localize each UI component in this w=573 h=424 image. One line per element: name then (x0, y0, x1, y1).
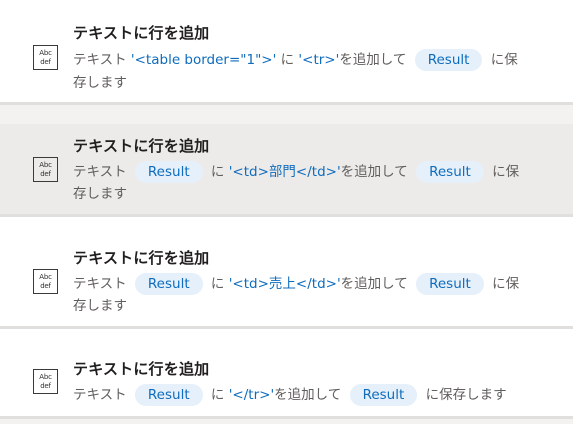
text-label: テキスト (73, 387, 127, 403)
text-variable-chip[interactable]: Result (134, 384, 203, 406)
icon-text-line1: Abc (39, 48, 52, 57)
step-title: テキストに行を追加 (73, 24, 210, 42)
to-label: に (210, 387, 225, 403)
line-literal: '</tr>' (228, 387, 275, 403)
step-title: テキストに行を追加 (73, 360, 210, 378)
result-variable-chip[interactable]: Result (349, 384, 418, 406)
abc-def-text-icon: Abc def (33, 269, 58, 294)
icon-text-line2: def (40, 381, 51, 390)
text-label: テキスト (73, 52, 127, 68)
step-description: テキスト Result に '<td>部門</td>'を追加して Result … (73, 160, 519, 184)
add-label: を追加して (274, 387, 342, 403)
icon-text-line2: def (40, 281, 51, 290)
icon-text-line1: Abc (39, 160, 52, 169)
icon-text-line1: Abc (39, 272, 52, 281)
flow-step-append-line-2[interactable]: Abc def テキストに行を追加 テキスト Result に '<td>部門<… (0, 124, 573, 217)
step-description: テキスト Result に '</tr>'を追加して Result に保存します (73, 383, 507, 407)
step-title: テキストに行を追加 (73, 249, 210, 267)
text-label: テキスト (73, 276, 127, 292)
text-variable-chip[interactable]: Result (134, 273, 203, 295)
result-variable-chip[interactable]: Result (416, 161, 484, 183)
step-title: テキストに行を追加 (73, 137, 210, 155)
save-label: に保 (490, 52, 518, 68)
line-literal: '<tr>' (298, 52, 340, 68)
add-label: を追加して (339, 52, 407, 68)
to-label: に (210, 164, 225, 180)
text-variable-chip[interactable]: Result (134, 161, 203, 183)
step-description: テキスト '<table border="1">' に '<tr>'を追加して … (73, 48, 518, 72)
icon-text-line1: Abc (39, 372, 52, 381)
result-variable-chip[interactable]: Result (416, 273, 484, 295)
to-label: に (210, 276, 225, 292)
flow-step-append-line-3[interactable]: Abc def テキストに行を追加 テキスト Result に '<td>売上<… (0, 217, 573, 329)
step-description-wrap: 存します (73, 75, 127, 91)
line-literal: '<td>部門</td>' (228, 164, 341, 180)
step-description: テキスト Result に '<td>売上</td>'を追加して Result … (73, 272, 519, 296)
flow-step-append-line-1[interactable]: Abc def テキストに行を追加 テキスト '<table border="1… (0, 0, 573, 105)
text-label: テキスト (73, 164, 127, 180)
icon-text-line2: def (40, 169, 51, 178)
save-label: に保 (492, 276, 520, 292)
save-label: に保存します (425, 387, 507, 403)
line-literal: '<td>売上</td>' (228, 276, 341, 292)
text-literal: '<table border="1">' (130, 52, 277, 68)
abc-def-text-icon: Abc def (33, 45, 58, 70)
step-description-wrap: 存します (73, 186, 127, 202)
add-label: を追加して (340, 276, 408, 292)
step-description-wrap: 存します (73, 298, 127, 314)
to-label: に (280, 52, 295, 68)
abc-def-text-icon: Abc def (33, 157, 58, 182)
icon-text-line2: def (40, 57, 51, 66)
abc-def-text-icon: Abc def (33, 369, 58, 394)
add-label: を追加して (340, 164, 408, 180)
save-label: に保 (492, 164, 520, 180)
flow-step-append-line-4[interactable]: Abc def テキストに行を追加 テキスト Result に '</tr>'を… (0, 329, 573, 419)
result-variable-chip[interactable]: Result (414, 49, 483, 71)
